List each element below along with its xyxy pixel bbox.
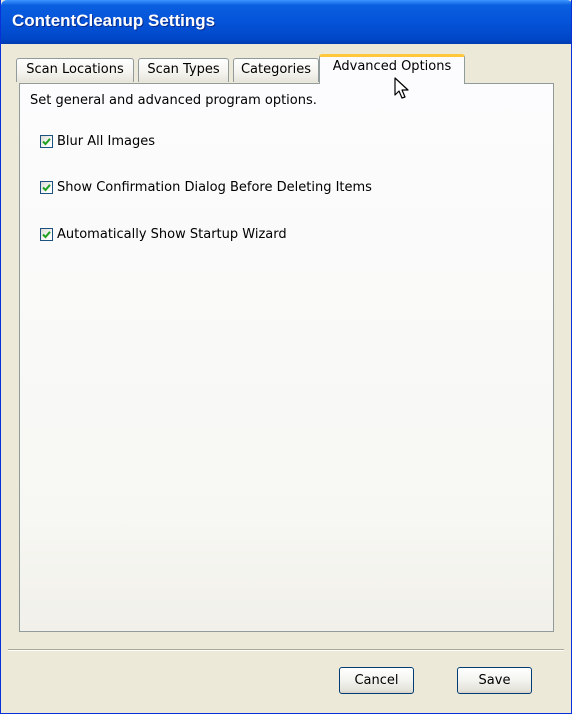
blur-all-images-label: Blur All Images (57, 133, 155, 149)
auto-startup-wizard-option[interactable]: Automatically Show Startup Wizard (40, 226, 287, 242)
settings-window: ContentCleanup Settings Scan Locations S… (0, 0, 572, 714)
dialog-client-area: Scan Locations Scan Types Categories Adv… (4, 44, 568, 710)
tab-scan-locations[interactable]: Scan Locations (16, 58, 134, 82)
title-bar[interactable]: ContentCleanup Settings (1, 0, 571, 44)
tab-label: Advanced Options (332, 59, 452, 74)
advanced-options-panel: Set general and advanced program options… (19, 83, 554, 632)
panel-description: Set general and advanced program options… (30, 93, 317, 108)
tab-advanced-options[interactable]: Advanced Options (319, 54, 465, 84)
blur-all-images-option[interactable]: Blur All Images (40, 133, 155, 149)
tab-categories[interactable]: Categories (233, 58, 319, 82)
checkmark-icon (42, 230, 51, 238)
auto-startup-wizard-checkbox[interactable] (40, 227, 53, 241)
blur-all-images-checkbox[interactable] (40, 134, 53, 148)
checkmark-icon (42, 183, 51, 191)
cancel-button[interactable]: Cancel (339, 667, 414, 694)
show-confirmation-dialog-option[interactable]: Show Confirmation Dialog Before Deleting… (40, 179, 372, 195)
checkmark-icon (42, 137, 51, 145)
show-confirmation-dialog-label: Show Confirmation Dialog Before Deleting… (57, 179, 372, 195)
tab-label: Scan Types (147, 62, 220, 77)
tab-label: Scan Locations (26, 62, 124, 77)
mouse-pointer-icon (394, 77, 409, 99)
tab-label: Categories (240, 62, 312, 77)
auto-startup-wizard-label: Automatically Show Startup Wizard (57, 226, 287, 242)
show-confirmation-dialog-checkbox[interactable] (40, 180, 53, 194)
window-title: ContentCleanup Settings (12, 11, 216, 30)
tab-scan-types[interactable]: Scan Types (138, 58, 229, 82)
footer-separator (8, 649, 564, 651)
save-button[interactable]: Save (457, 667, 532, 694)
